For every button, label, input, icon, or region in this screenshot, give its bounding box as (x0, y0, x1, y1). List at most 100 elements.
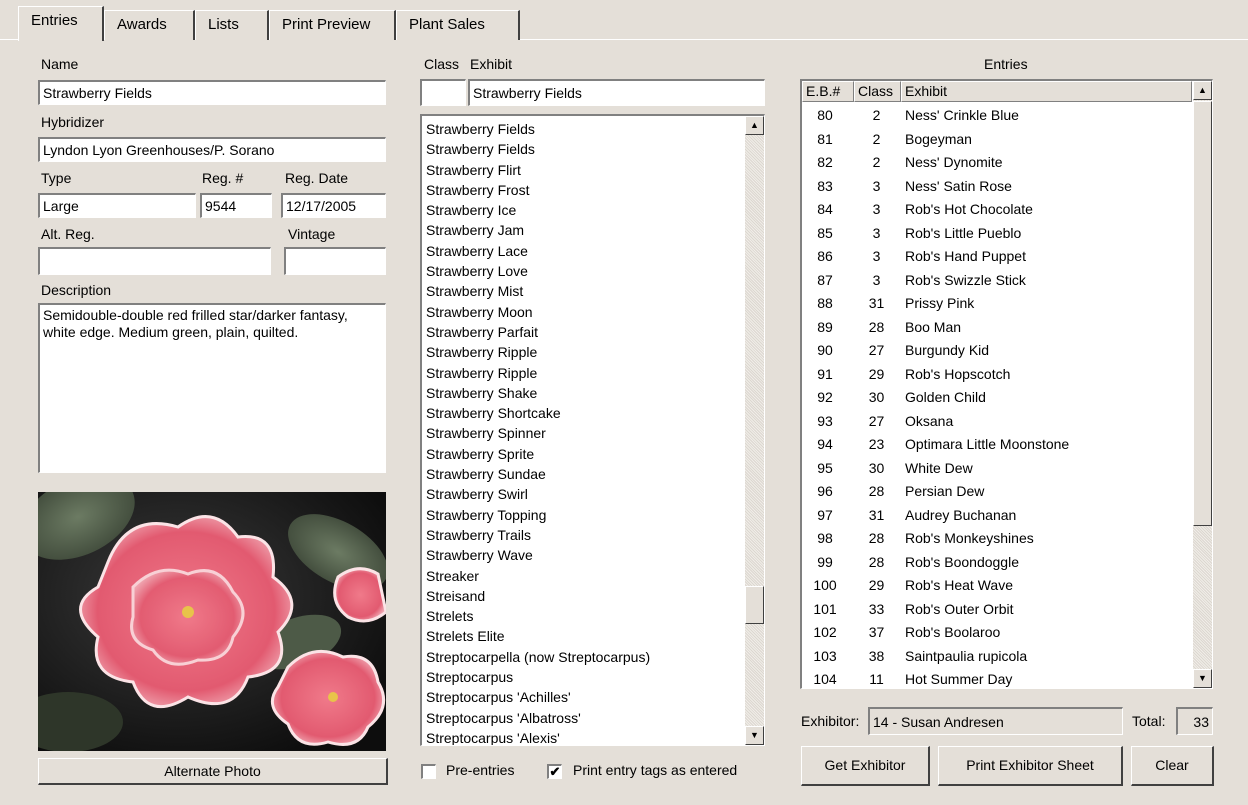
list-item[interactable]: Strawberry Ripple (422, 342, 742, 362)
list-item[interactable]: Strawberry Ripple (422, 363, 742, 383)
list-item[interactable]: Strawberry Swirl (422, 484, 742, 504)
table-row[interactable]: 100 29 Rob's Heat Wave (802, 574, 1192, 598)
pre-entries-checkbox[interactable] (421, 764, 436, 779)
table-row[interactable]: 99 28 Rob's Boondoggle (802, 551, 1192, 575)
class-field[interactable] (420, 79, 466, 106)
clear-button[interactable]: Clear (1131, 746, 1214, 786)
table-row[interactable]: 96 28 Persian Dew (802, 480, 1192, 504)
list-item[interactable]: Strawberry Spinner (422, 423, 742, 443)
table-row[interactable]: 95 30 White Dew (802, 457, 1192, 481)
alt-reg-field[interactable] (38, 247, 271, 275)
eb-number-cell: 94 (817, 436, 833, 452)
eb-number-cell: 101 (813, 600, 837, 617)
table-row[interactable]: 101 33 Rob's Outer Orbit (802, 598, 1192, 622)
class-cell: 31 (868, 506, 885, 523)
get-exhibitor-button[interactable]: Get Exhibitor (801, 746, 930, 786)
table-row[interactable]: 89 28 Boo Man (802, 316, 1192, 340)
list-item[interactable]: Strawberry Parfait (422, 322, 742, 342)
list-item[interactable]: Streisand (422, 586, 742, 606)
table-row[interactable]: 104 11 Hot Summer Day (802, 668, 1192, 688)
tab-plant-sales[interactable]: Plant Sales (396, 10, 520, 40)
exhibit-cell: Rob's Outer Orbit (905, 600, 1014, 617)
col-eb-number[interactable]: E.B.# (802, 81, 854, 102)
table-row[interactable]: 94 23 Optimara Little Moonstone (802, 433, 1192, 457)
table-row[interactable]: 80 2 Ness' Crinkle Blue (802, 104, 1192, 128)
list-item[interactable]: Strawberry Shortcake (422, 403, 742, 423)
tab-print-preview[interactable]: Print Preview (269, 10, 396, 40)
entries-scroll-thumb[interactable] (1193, 101, 1212, 526)
tab-lists[interactable]: Lists (195, 10, 269, 40)
tab-awards[interactable]: Awards (104, 10, 195, 40)
list-item[interactable]: Strawberry Moon (422, 302, 742, 322)
class-cell: 28 (868, 318, 885, 335)
table-row[interactable]: 93 27 Oksana (802, 410, 1192, 434)
print-exhibitor-sheet-button[interactable]: Print Exhibitor Sheet (938, 746, 1123, 786)
list-item[interactable]: Strawberry Lace (422, 241, 742, 261)
list-item[interactable]: Strelets (422, 606, 742, 626)
table-row[interactable]: 82 2 Ness' Dynomite (802, 151, 1192, 175)
list-item[interactable]: Streptocarpus 'Albatross' (422, 708, 742, 728)
exhibit-field[interactable] (468, 79, 765, 106)
up-arrow-icon[interactable]: ▲ (745, 116, 764, 135)
exhibit-listbox[interactable]: Strawberry Fields Strawberry Fields Strawb… (420, 114, 765, 746)
down-arrow-icon[interactable]: ▼ (1193, 669, 1212, 688)
list-item[interactable]: Strawberry Trails (422, 525, 742, 545)
reg-number-field[interactable] (200, 193, 272, 218)
down-arrow-icon[interactable]: ▼ (745, 726, 764, 745)
table-row[interactable]: 88 31 Prissy Pink (802, 292, 1192, 316)
table-row[interactable]: 91 29 Rob's Hopscotch (802, 363, 1192, 387)
table-row[interactable]: 92 30 Golden Child (802, 386, 1192, 410)
exhibit-list-scroll-thumb[interactable] (745, 586, 764, 624)
list-item[interactable]: Strawberry Ice (422, 200, 742, 220)
vintage-field[interactable] (284, 247, 386, 275)
list-item[interactable]: Strawberry Sprite (422, 444, 742, 464)
print-tags-checkbox[interactable]: ✔ (547, 764, 562, 779)
exhibit-cell: Golden Child (905, 389, 986, 405)
eb-number-cell: 104 (813, 671, 837, 687)
entries-scrollbar[interactable]: ▲ ▼ (1193, 81, 1212, 688)
table-row[interactable]: 103 38 Saintpaulia rupicola (802, 645, 1192, 669)
exhibit-cell: Rob's Hand Puppet (905, 248, 1026, 264)
list-item[interactable]: Streaker (422, 566, 742, 586)
list-item[interactable]: Streptocarpus (422, 667, 742, 687)
type-field[interactable] (38, 193, 196, 218)
table-row[interactable]: 97 31 Audrey Buchanan (802, 504, 1192, 528)
list-item[interactable]: Strawberry Sundae (422, 464, 742, 484)
list-item[interactable]: Streptocarpella (now Streptocarpus) (422, 647, 742, 667)
list-item[interactable]: Strawberry Fields (422, 119, 742, 139)
entries-table[interactable]: E.B.# Class Exhibit 80 2 Ness' Crinkle Blu… (800, 79, 1213, 689)
list-item[interactable]: Strawberry Topping (422, 505, 742, 525)
table-row[interactable]: 83 3 Ness' Satin Rose (802, 175, 1192, 199)
col-exhibit[interactable]: Exhibit (901, 81, 1192, 102)
list-item[interactable]: Strawberry Jam (422, 220, 742, 240)
list-item[interactable]: Streptocarpus 'Alexis' (422, 728, 742, 745)
table-row[interactable]: 84 3 Rob's Hot Chocolate (802, 198, 1192, 222)
list-item[interactable]: Strelets Elite (422, 626, 742, 646)
alternate-photo-button[interactable]: Alternate Photo (38, 758, 388, 785)
exhibit-list-scrollbar[interactable]: ▲ ▼ (745, 116, 764, 745)
list-item[interactable]: Strawberry Frost (422, 180, 742, 200)
table-row[interactable]: 102 37 Rob's Boolaroo (802, 621, 1192, 645)
list-item[interactable]: Strawberry Flirt (422, 160, 742, 180)
list-item[interactable]: Strawberry Shake (422, 383, 742, 403)
up-arrow-icon[interactable]: ▲ (1193, 81, 1212, 100)
table-row[interactable]: 86 3 Rob's Hand Puppet (802, 245, 1192, 269)
table-row[interactable]: 81 2 Bogeyman (802, 128, 1192, 152)
exhibit-cell: Rob's Boolaroo (905, 624, 1001, 640)
table-row[interactable]: 85 3 Rob's Little Pueblo (802, 222, 1192, 246)
list-item[interactable]: Strawberry Love (422, 261, 742, 281)
description-field[interactable] (38, 303, 386, 473)
list-item[interactable]: Strawberry Wave (422, 545, 742, 565)
table-row[interactable]: 98 28 Rob's Monkeyshines (802, 527, 1192, 551)
table-row[interactable]: 90 27 Burgundy Kid (802, 339, 1192, 363)
class-cell: 3 (872, 248, 881, 264)
hybridizer-field[interactable] (38, 137, 386, 162)
table-row[interactable]: 87 3 Rob's Swizzle Stick (802, 269, 1192, 293)
reg-date-field[interactable] (281, 193, 386, 218)
list-item[interactable]: Strawberry Mist (422, 281, 742, 301)
tab-entries[interactable]: Entries (18, 6, 104, 41)
name-field[interactable] (38, 80, 386, 105)
col-class[interactable]: Class (854, 81, 901, 102)
list-item[interactable]: Streptocarpus 'Achilles' (422, 687, 742, 707)
list-item[interactable]: Strawberry Fields (422, 139, 742, 159)
